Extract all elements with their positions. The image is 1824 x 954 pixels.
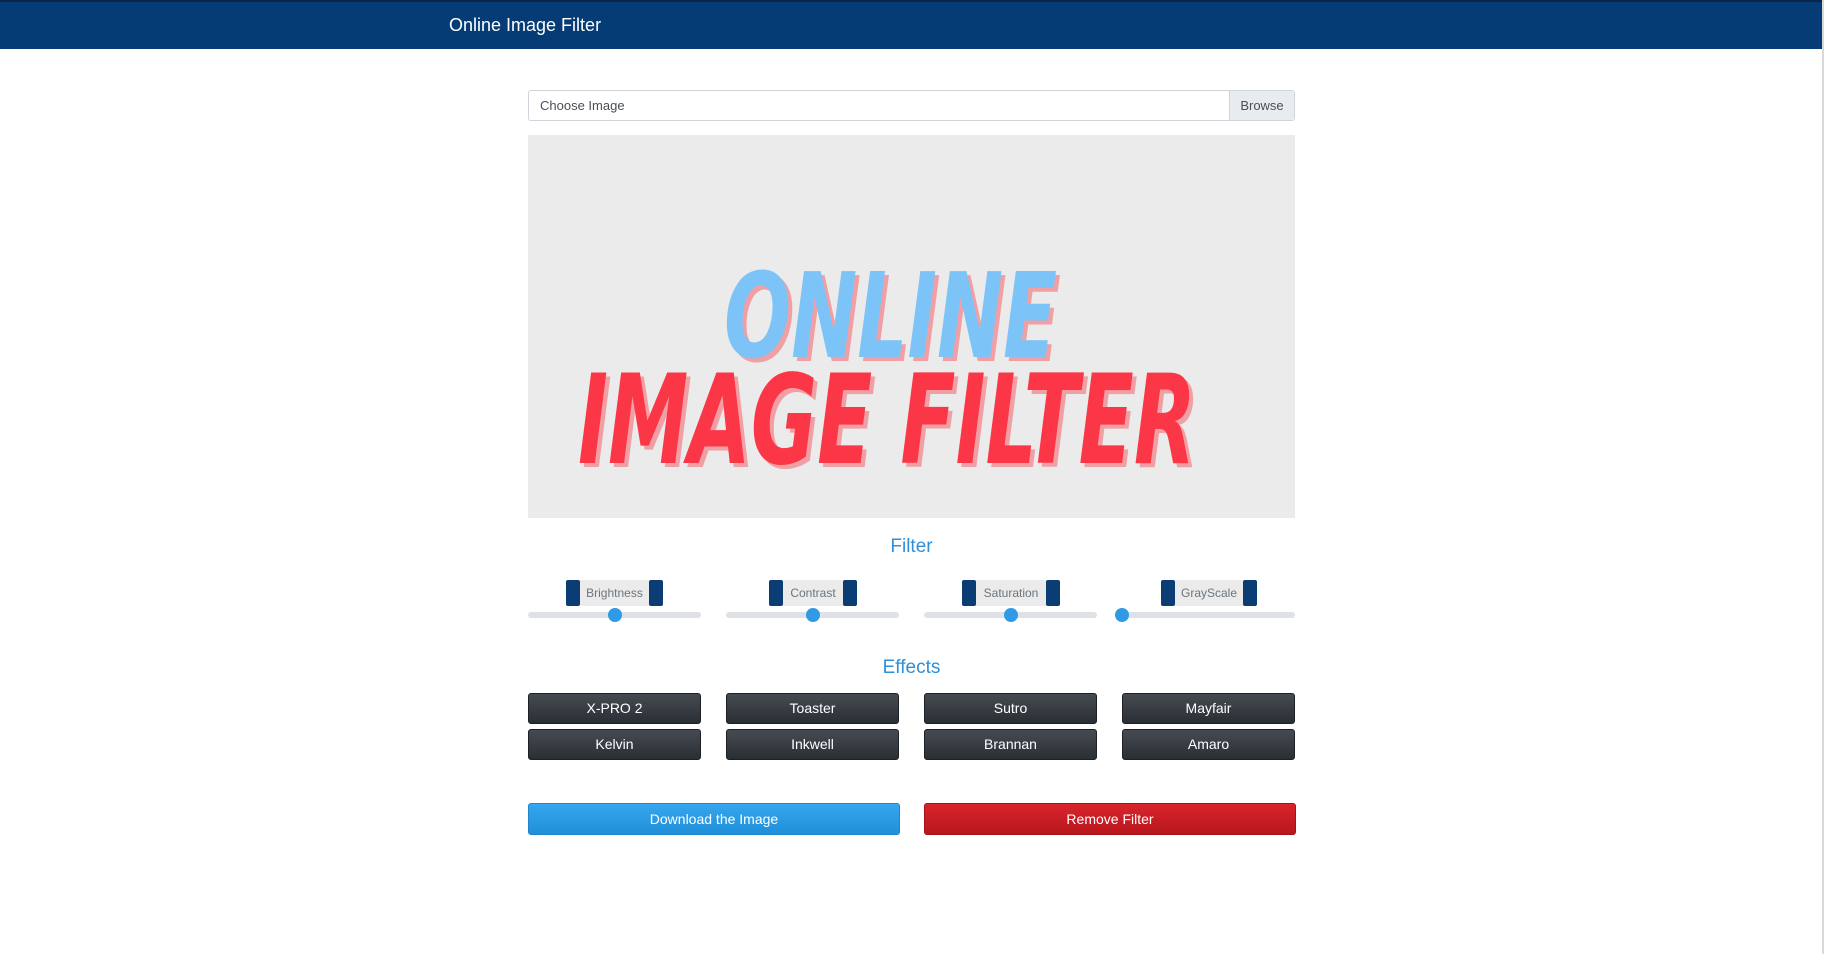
browse-button[interactable]: Browse xyxy=(1229,91,1294,120)
brightness-slider[interactable]: Brightness xyxy=(528,577,701,622)
slider-label-cap xyxy=(769,580,783,606)
slider-thumb[interactable] xyxy=(607,608,622,622)
grayscale-slider[interactable]: GrayScale xyxy=(1115,577,1295,622)
download-button[interactable]: Download the Image xyxy=(528,803,900,835)
slider-label-cap xyxy=(1161,580,1175,606)
preview-image: ONLINE ONLINE IMAGE FILTER IMAGE FILTER xyxy=(578,247,1200,497)
image-file-input[interactable]: Choose Image Browse xyxy=(528,90,1295,121)
effect-button-amaro[interactable]: Amaro xyxy=(1122,729,1295,760)
slider-label-text: Contrast xyxy=(783,580,843,606)
slider-label-cap xyxy=(962,580,976,606)
slider-label-cap xyxy=(649,580,663,606)
image-preview: ONLINE ONLINE IMAGE FILTER IMAGE FILTER xyxy=(528,135,1295,518)
filter-title: Filter xyxy=(890,536,933,557)
saturation-slider[interactable]: Saturation xyxy=(924,577,1097,622)
slider-thumb[interactable] xyxy=(805,608,820,622)
effect-button-kelvin[interactable]: Kelvin xyxy=(528,729,701,760)
slider-label: GrayScale xyxy=(1161,580,1257,606)
effect-button-mayfair[interactable]: Mayfair xyxy=(1122,693,1295,724)
slider-label-text: GrayScale xyxy=(1175,580,1243,606)
effect-button-sutro[interactable]: Sutro xyxy=(924,693,1097,724)
slider-label: Brightness xyxy=(566,580,663,606)
file-input-placeholder: Choose Image xyxy=(540,98,625,113)
remove-filter-button[interactable]: Remove Filter xyxy=(924,803,1296,835)
slider-label-cap xyxy=(1046,580,1060,606)
contrast-slider[interactable]: Contrast xyxy=(726,577,899,622)
navbar-brand[interactable]: Online Image Filter xyxy=(449,15,601,36)
navbar: Online Image Filter xyxy=(0,0,1822,49)
slider-label-cap xyxy=(1243,580,1257,606)
page: Online Image Filter Choose Image Browse … xyxy=(0,0,1824,954)
slider-thumb[interactable] xyxy=(1003,608,1018,622)
slider-label-cap xyxy=(566,580,580,606)
slider-label-cap xyxy=(843,580,857,606)
slider-label: Contrast xyxy=(769,580,857,606)
slider-label: Saturation xyxy=(962,580,1060,606)
effects-title: Effects xyxy=(882,657,941,678)
effect-button-xpro2[interactable]: X-PRO 2 xyxy=(528,693,701,724)
effect-button-inkwell[interactable]: Inkwell xyxy=(726,729,899,760)
slider-thumb[interactable] xyxy=(1115,608,1129,622)
preview-line2: IMAGE FILTER xyxy=(578,349,1196,493)
slider-label-text: Brightness xyxy=(580,580,649,606)
effect-button-brannan[interactable]: Brannan xyxy=(924,729,1097,760)
slider-label-text: Saturation xyxy=(976,580,1046,606)
effect-button-toaster[interactable]: Toaster xyxy=(726,693,899,724)
slider-track[interactable] xyxy=(1122,612,1295,618)
